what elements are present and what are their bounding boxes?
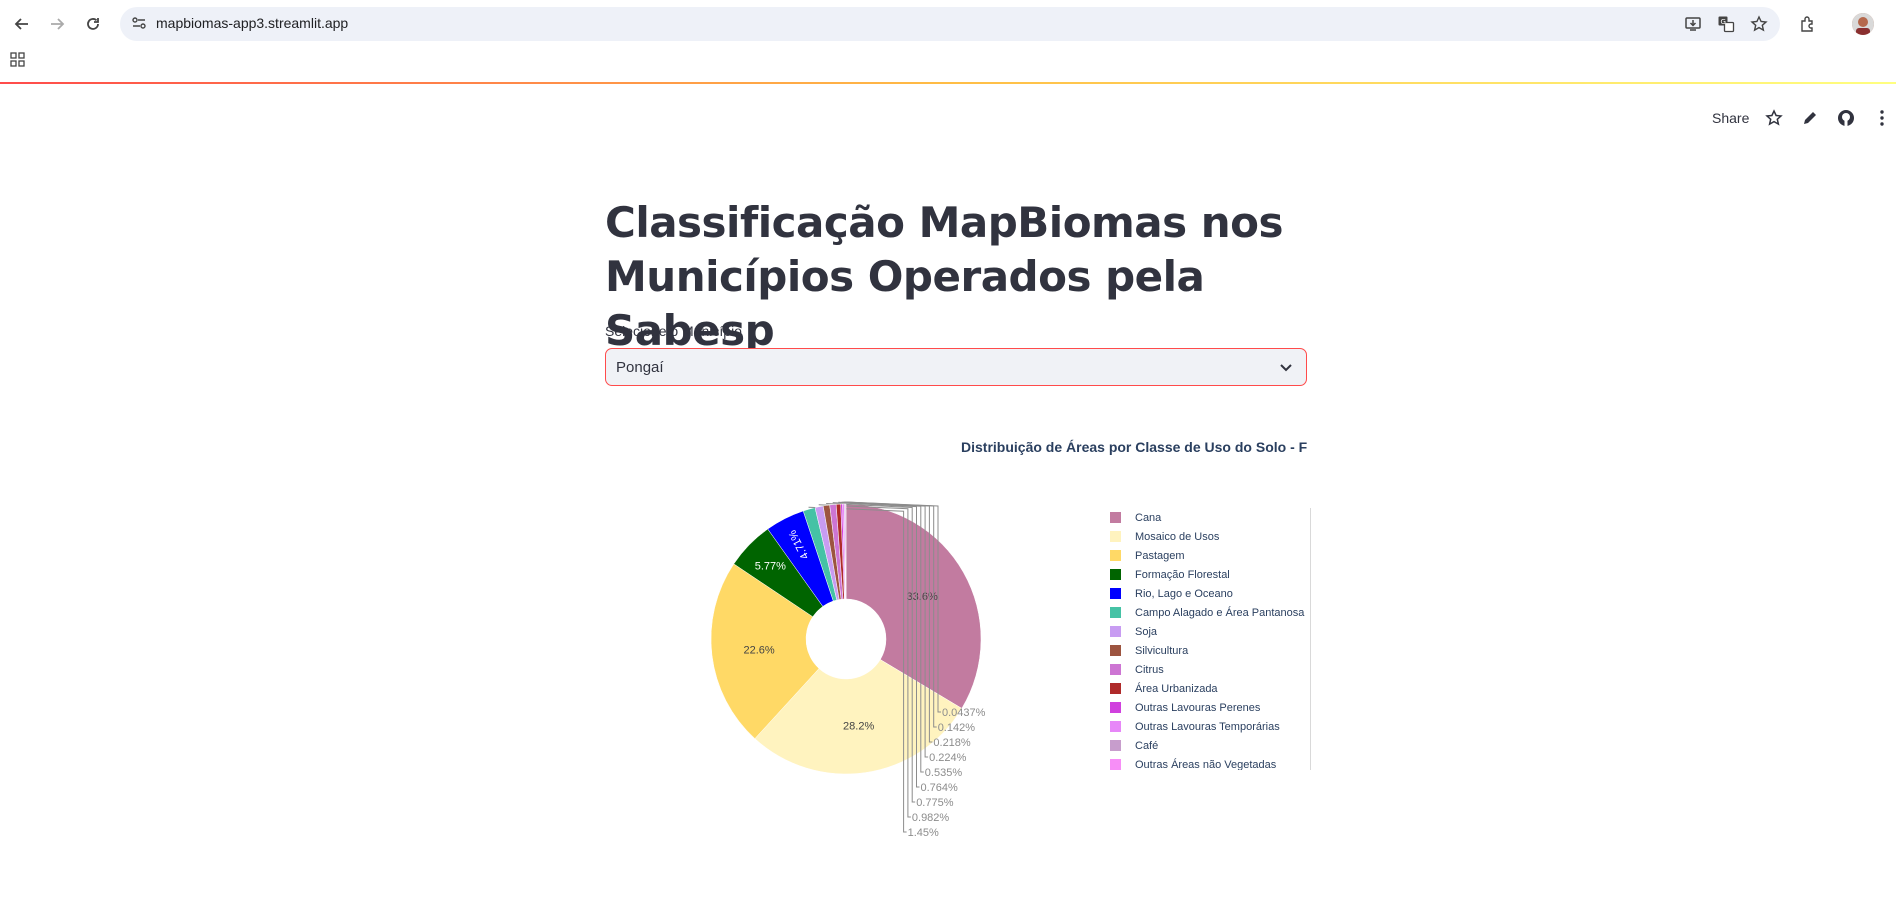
- github-icon[interactable]: [1836, 108, 1856, 128]
- legend-label: Outras Lavouras Perenes: [1135, 701, 1261, 714]
- legend-label: Outras Áreas não Vegetadas: [1135, 758, 1277, 771]
- profile-avatar[interactable]: [1852, 13, 1874, 35]
- legend-item[interactable]: Outras Áreas não Vegetadas: [1106, 755, 1310, 770]
- reload-icon[interactable]: [81, 12, 105, 36]
- legend-swatch: [1110, 683, 1121, 694]
- pie-slice-label: 1.45%: [908, 827, 939, 839]
- legend-item[interactable]: Cana: [1106, 508, 1310, 527]
- edit-pencil-icon[interactable]: [1800, 108, 1820, 128]
- browser-toolbar: mapbiomas-app3.streamlit.app G: [0, 0, 1896, 84]
- legend-item[interactable]: Pastagem: [1106, 546, 1310, 565]
- pie-chart: 33.6%28.2%22.6%5.77%4.71%1.45%0.982%0.77…: [710, 501, 986, 839]
- pie-slice-label: 28.2%: [843, 721, 874, 733]
- legend-swatch: [1110, 740, 1121, 751]
- legend-item[interactable]: Rio, Lago e Oceano: [1106, 584, 1310, 603]
- legend-label: Pastagem: [1135, 549, 1185, 562]
- legend-item[interactable]: Soja: [1106, 622, 1310, 641]
- municipio-select-value[interactable]: Pongaí: [616, 359, 664, 376]
- share-button[interactable]: Share: [1712, 110, 1749, 126]
- legend-swatch: [1110, 512, 1121, 523]
- main-menu-icon[interactable]: [1872, 108, 1892, 128]
- forward-icon[interactable]: [45, 12, 69, 36]
- legend-item[interactable]: Área Urbanizada: [1106, 679, 1310, 698]
- legend-item[interactable]: Citrus: [1106, 660, 1310, 679]
- legend-label: Silvicultura: [1135, 644, 1189, 657]
- page-title-line-2: Municípios Operados pela Sabesp: [605, 252, 1205, 355]
- legend-label: Café: [1135, 739, 1159, 752]
- pie-slice-label: 0.224%: [929, 752, 967, 764]
- legend-item[interactable]: Mosaico de Usos: [1106, 527, 1310, 546]
- bookmark-star-icon[interactable]: [1749, 14, 1769, 34]
- legend-label: Outras Lavouras Temporárias: [1135, 720, 1280, 733]
- legend-label: Citrus: [1135, 663, 1164, 676]
- back-icon[interactable]: [10, 12, 34, 36]
- legend-swatch: [1110, 569, 1121, 580]
- pie-slice-label: 0.0437%: [942, 707, 986, 719]
- legend-item[interactable]: Silvicultura: [1106, 641, 1310, 660]
- svg-text:G: G: [1721, 18, 1726, 26]
- legend-swatch: [1110, 550, 1121, 561]
- site-info-icon[interactable]: [131, 15, 147, 36]
- legend-label: Cana: [1135, 511, 1162, 524]
- legend-label: Área Urbanizada: [1135, 682, 1218, 695]
- legend-swatch: [1110, 759, 1121, 770]
- legend-swatch: [1110, 645, 1121, 656]
- install-app-icon[interactable]: [1683, 14, 1703, 34]
- chevron-down-icon[interactable]: [1278, 359, 1294, 380]
- chart-title: Distribuição de Áreas por Classe de Uso …: [961, 439, 1308, 455]
- apps-grid-icon[interactable]: [10, 52, 26, 73]
- favorite-star-icon[interactable]: [1764, 108, 1784, 128]
- municipio-select-label: Selecione o Município: [605, 323, 742, 339]
- pie-slice-label: 0.982%: [912, 812, 950, 824]
- pie-slice-label: 0.218%: [933, 737, 971, 749]
- legend-label: Mosaico de Usos: [1135, 530, 1220, 543]
- legend-swatch: [1110, 588, 1121, 599]
- legend-item[interactable]: Formação Florestal: [1106, 565, 1310, 584]
- pie-slice-label: 0.142%: [938, 722, 976, 734]
- legend-label: Campo Alagado e Área Pantanosa: [1135, 606, 1305, 619]
- legend-item[interactable]: Café: [1106, 736, 1310, 755]
- municipio-select[interactable]: Pongaí: [605, 348, 1307, 386]
- streamlit-decoration-bar: [0, 82, 1896, 84]
- legend-item[interactable]: Outras Lavouras Temporárias: [1106, 717, 1310, 736]
- address-bar[interactable]: [120, 7, 1780, 41]
- url-text[interactable]: mapbiomas-app3.streamlit.app: [156, 15, 348, 31]
- legend-item[interactable]: Campo Alagado e Área Pantanosa: [1106, 603, 1310, 622]
- legend-swatch: [1110, 626, 1121, 637]
- legend-swatch: [1110, 702, 1121, 713]
- legend-label: Rio, Lago e Oceano: [1135, 587, 1233, 600]
- pie-slice-label: 0.775%: [916, 797, 954, 809]
- chart-legend: Cana Mosaico de Usos Pastagem Formação Flor…: [1106, 508, 1311, 770]
- pie-slice-label: 0.535%: [925, 767, 963, 779]
- pie-slice-label: 22.6%: [744, 644, 775, 656]
- legend-swatch: [1110, 531, 1121, 542]
- legend-label: Soja: [1135, 625, 1158, 638]
- legend-swatch: [1110, 721, 1121, 732]
- extensions-icon[interactable]: [1798, 14, 1818, 34]
- translate-icon[interactable]: G: [1716, 14, 1736, 34]
- legend-swatch: [1110, 664, 1121, 675]
- legend-swatch: [1110, 607, 1121, 618]
- pie-slice-label: 0.764%: [921, 782, 959, 794]
- legend-item[interactable]: Outras Lavouras Perenes: [1106, 698, 1310, 717]
- legend-label: Formação Florestal: [1135, 568, 1230, 581]
- page-title-line-1: Classificação MapBiomas nos: [605, 198, 1284, 247]
- pie-slice-label: 5.77%: [755, 560, 786, 572]
